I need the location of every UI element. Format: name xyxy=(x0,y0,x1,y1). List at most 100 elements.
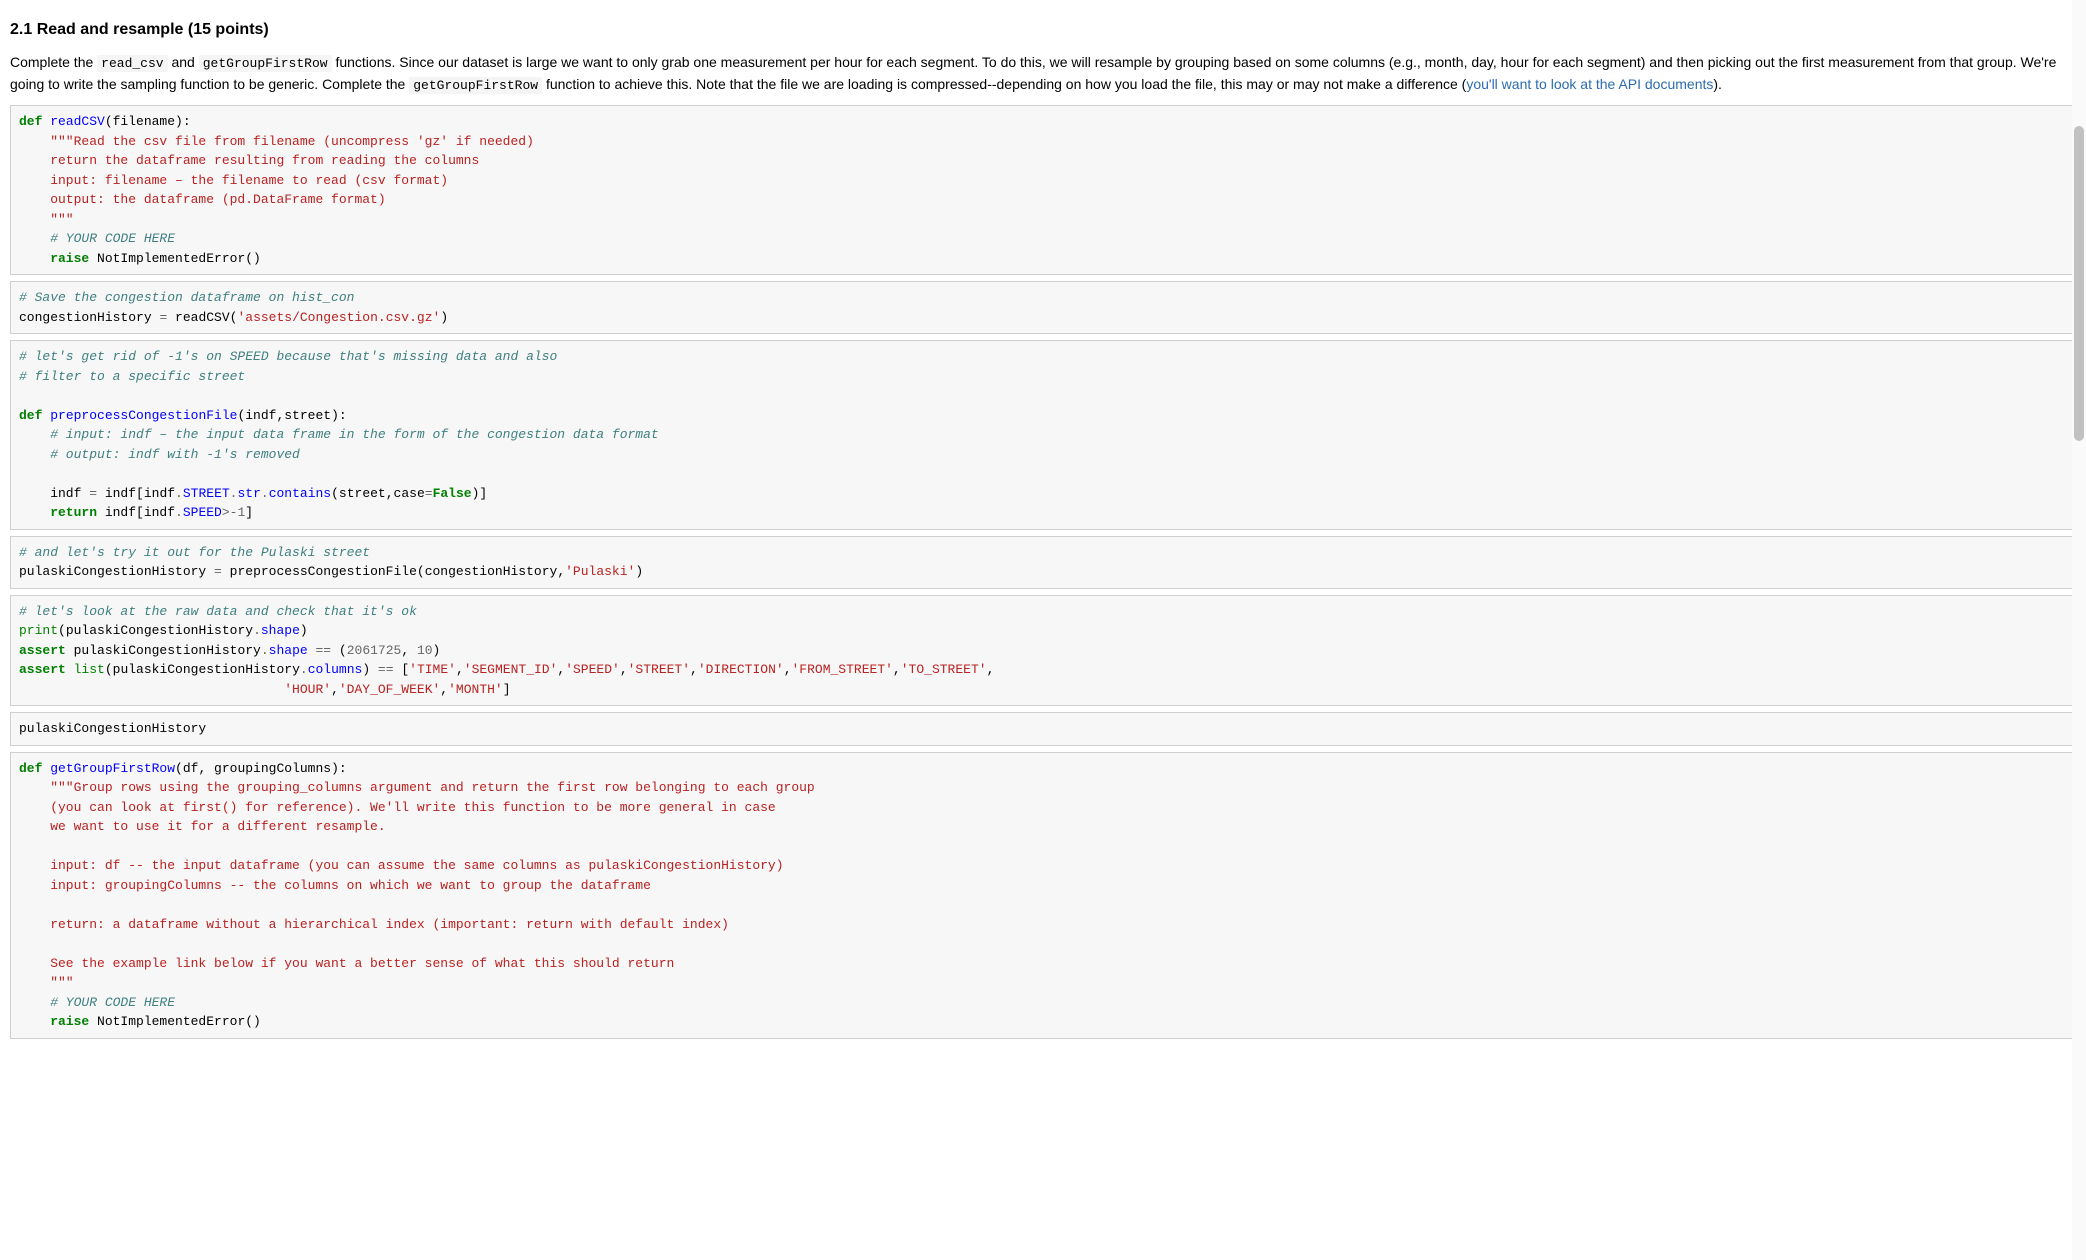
text: , xyxy=(690,662,698,677)
docstring: we want to use it for a different resamp… xyxy=(19,819,386,834)
number: 10 xyxy=(417,643,433,658)
docstring: input: df -- the input dataframe (you ca… xyxy=(19,858,784,873)
text: , xyxy=(987,662,995,677)
code-cell[interactable]: # and let's try it out for the Pulaski s… xyxy=(10,536,2076,589)
code-cell[interactable]: # let's get rid of -1's on SPEED because… xyxy=(10,340,2076,530)
inline-code: getGroupFirstRow xyxy=(409,77,542,94)
text: preprocessCongestionFile(congestionHisto… xyxy=(222,564,565,579)
string: 'DIRECTION' xyxy=(698,662,784,677)
text: (df, groupingColumns): xyxy=(175,761,347,776)
text: (street,case xyxy=(331,486,425,501)
text: (filename): xyxy=(105,114,191,129)
code-cell[interactable]: pulaskiCongestionHistory xyxy=(10,712,2076,746)
text: (pulaskiCongestionHistory xyxy=(105,662,300,677)
text: indf xyxy=(19,486,89,501)
func-name: readCSV xyxy=(50,114,105,129)
text: , xyxy=(456,662,464,677)
scrollbar[interactable] xyxy=(2072,0,2086,1260)
text: readCSV( xyxy=(167,310,237,325)
dot: . xyxy=(253,623,261,638)
text: ) xyxy=(433,643,441,658)
string: 'Pulaski' xyxy=(565,564,635,579)
text: ) xyxy=(300,623,308,638)
text: indf[indf xyxy=(97,505,175,520)
comment: # YOUR CODE HERE xyxy=(19,995,175,1010)
text: ) xyxy=(362,662,378,677)
operator: == xyxy=(378,662,394,677)
comment: # output: indf with -1's removed xyxy=(19,447,300,462)
text: , xyxy=(784,662,792,677)
text: )] xyxy=(472,486,488,501)
keyword: def xyxy=(19,761,42,776)
string: 'TIME' xyxy=(409,662,456,677)
intro-paragraph: Complete the read_csv and getGroupFirstR… xyxy=(10,52,2076,95)
string: 'SPEED' xyxy=(565,662,620,677)
string: 'STREET' xyxy=(628,662,690,677)
keyword: return xyxy=(19,505,97,520)
docstring: output: the dataframe (pd.DataFrame form… xyxy=(19,192,386,207)
func-name: preprocessCongestionFile xyxy=(50,408,237,423)
text: indf[indf xyxy=(97,486,175,501)
api-docs-link[interactable]: you'll want to look at the API documents xyxy=(1466,76,1713,92)
keyword: def xyxy=(19,408,42,423)
string: 'TO_STREET' xyxy=(901,662,987,677)
attr: SPEED xyxy=(183,505,222,520)
text: , xyxy=(331,682,339,697)
builtin: list xyxy=(74,662,105,677)
keyword: raise xyxy=(19,1014,89,1029)
section-heading: 2.1 Read and resample (15 points) xyxy=(10,18,2076,42)
operator: = xyxy=(425,486,433,501)
text: , xyxy=(401,643,417,658)
docstring: input: filename – the filename to read (… xyxy=(19,173,448,188)
comment: # let's look at the raw data and check t… xyxy=(19,604,417,619)
text: ] xyxy=(503,682,511,697)
text xyxy=(66,662,74,677)
string: 'assets/Congestion.csv.gz' xyxy=(237,310,440,325)
attr: shape xyxy=(269,643,308,658)
text: pulaskiCongestionHistory xyxy=(19,564,214,579)
scroll-thumb[interactable] xyxy=(2074,126,2084,441)
code-cell[interactable]: def readCSV(filename): """Read the csv f… xyxy=(10,105,2076,275)
text: NotImplementedError() xyxy=(89,251,261,266)
docstring: """ xyxy=(19,212,74,227)
operator: == xyxy=(316,643,332,658)
docstring: return: a dataframe without a hierarchic… xyxy=(19,917,729,932)
code-cell[interactable]: # let's look at the raw data and check t… xyxy=(10,595,2076,707)
text: ) xyxy=(440,310,448,325)
operator: = xyxy=(214,564,222,579)
string: 'DAY_OF_WEEK' xyxy=(339,682,440,697)
string: 'FROM_STREET' xyxy=(792,662,893,677)
builtin: print xyxy=(19,623,58,638)
text: , xyxy=(440,682,448,697)
attr: contains xyxy=(269,486,331,501)
text: ). xyxy=(1713,76,1722,92)
docstring: """Read the csv file from filename (unco… xyxy=(19,134,534,149)
text: function to achieve this. Note that the … xyxy=(542,76,1466,92)
inline-code: read_csv xyxy=(97,55,167,72)
string: 'HOUR' xyxy=(284,682,331,697)
inline-code: getGroupFirstRow xyxy=(199,55,332,72)
attr: columns xyxy=(308,662,363,677)
text: , xyxy=(893,662,901,677)
text xyxy=(308,643,316,658)
text: congestionHistory xyxy=(19,310,159,325)
dot: . xyxy=(175,486,183,501)
comment: # YOUR CODE HERE xyxy=(19,231,175,246)
keyword: raise xyxy=(19,251,89,266)
text: pulaskiCongestionHistory xyxy=(66,643,261,658)
text: ] xyxy=(245,505,253,520)
text: , xyxy=(620,662,628,677)
operator: = xyxy=(89,486,97,501)
notebook-content: 2.1 Read and resample (15 points) Comple… xyxy=(10,18,2076,1039)
attr: shape xyxy=(261,623,300,638)
dot: . xyxy=(300,662,308,677)
text: [ xyxy=(394,662,410,677)
docstring: return the dataframe resulting from read… xyxy=(19,153,479,168)
code-cell[interactable]: # Save the congestion dataframe on hist_… xyxy=(10,281,2076,334)
dot: . xyxy=(261,486,269,501)
code-cell[interactable]: def getGroupFirstRow(df, groupingColumns… xyxy=(10,752,2076,1039)
string: 'MONTH' xyxy=(448,682,503,697)
comment: # Save the congestion dataframe on hist_… xyxy=(19,290,354,305)
docstring: """ xyxy=(19,975,74,990)
attr: STREET xyxy=(183,486,230,501)
